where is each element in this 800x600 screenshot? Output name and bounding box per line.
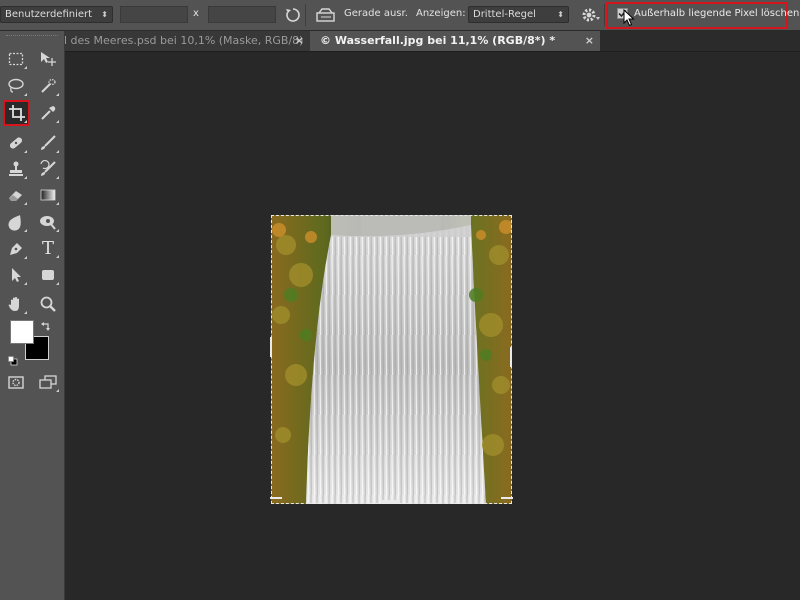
overlay-select-value: Drittel-Regel xyxy=(473,9,536,20)
straighten-label[interactable]: Gerade ausr. xyxy=(344,8,408,19)
crop-handle-right[interactable] xyxy=(510,347,512,367)
crop-tool[interactable] xyxy=(3,100,30,126)
tab-wasserfall[interactable]: © Wasserfall.jpg bei 11,1% (RGB/8*) * × xyxy=(310,31,600,51)
crop-handle-bottom-right[interactable] xyxy=(501,497,513,499)
move-icon[interactable] xyxy=(36,48,60,70)
crop-handle-bottom-left[interactable] xyxy=(270,497,282,499)
close-icon[interactable]: × xyxy=(295,31,304,51)
delete-pixels-label[interactable]: Außerhalb liegende Pixel löschen xyxy=(634,8,799,19)
blur-icon[interactable] xyxy=(4,211,28,233)
pen-icon[interactable] xyxy=(4,238,28,260)
divider xyxy=(305,4,306,26)
document-tab-bar: l des Meeres.psd bei 10,1% (Maske, RGB/8… xyxy=(64,31,800,52)
brush-icon[interactable] xyxy=(36,132,60,154)
crop-handle-left[interactable] xyxy=(270,337,272,357)
eraser-icon[interactable] xyxy=(4,184,28,206)
lasso-icon[interactable] xyxy=(4,75,28,97)
gear-icon[interactable] xyxy=(580,6,600,27)
options-bar: Benutzerdefiniert ⬍ x Gerade ausr. Anzei… xyxy=(0,0,800,31)
close-icon[interactable]: × xyxy=(585,31,594,51)
eyedropper-icon[interactable] xyxy=(36,102,60,124)
show-label: Anzeigen: xyxy=(416,8,466,19)
rectangle-shape-icon[interactable] xyxy=(36,264,60,286)
zoom-icon[interactable] xyxy=(36,293,60,315)
tab-label: l des Meeres.psd bei 10,1% (Maske, RGB/8… xyxy=(64,34,304,47)
type-glyph: T xyxy=(41,237,54,259)
quick-selection-icon[interactable] xyxy=(36,75,60,97)
overlay-select[interactable]: Drittel-Regel ⬍ xyxy=(468,6,569,23)
path-selection-icon[interactable] xyxy=(4,264,28,286)
clear-rotate-icon[interactable] xyxy=(284,6,302,27)
default-colors-icon[interactable] xyxy=(8,351,18,370)
spot-healing-icon[interactable] xyxy=(4,132,28,154)
times-sign: x xyxy=(193,8,199,19)
panel-grip[interactable] xyxy=(6,35,58,39)
clone-stamp-icon[interactable] xyxy=(4,158,28,180)
ratio-select-value: Benutzerdefiniert xyxy=(5,9,93,20)
crop-handle-bottom[interactable] xyxy=(382,500,400,504)
history-brush-icon[interactable] xyxy=(36,158,60,180)
rectangular-marquee-icon[interactable] xyxy=(4,48,28,70)
straighten-icon[interactable] xyxy=(316,7,336,26)
crop-icon xyxy=(8,105,25,121)
chevron-updown-icon: ⬍ xyxy=(101,10,108,19)
type-icon[interactable]: T xyxy=(36,237,60,259)
ratio-select[interactable]: Benutzerdefiniert ⬍ xyxy=(0,6,113,23)
gradient-icon[interactable] xyxy=(36,184,60,206)
tools-panel: T xyxy=(0,31,65,600)
screen-mode-icon[interactable] xyxy=(36,371,60,393)
swap-colors-icon[interactable] xyxy=(40,318,52,337)
foreground-color-swatch[interactable] xyxy=(10,320,34,344)
crop-border[interactable] xyxy=(271,215,512,504)
quick-mask-icon[interactable] xyxy=(4,371,28,393)
document-canvas-area[interactable] xyxy=(65,52,800,600)
width-input[interactable] xyxy=(120,6,188,23)
divider xyxy=(604,4,605,26)
tab-meeres[interactable]: l des Meeres.psd bei 10,1% (Maske, RGB/8… xyxy=(64,31,310,51)
dodge-icon[interactable] xyxy=(36,211,60,233)
height-input[interactable] xyxy=(208,6,276,23)
mouse-cursor-icon xyxy=(623,8,635,30)
tab-label: © Wasserfall.jpg bei 11,1% (RGB/8*) * xyxy=(320,34,556,47)
hand-icon[interactable] xyxy=(4,293,28,315)
chevron-updown-icon: ⬍ xyxy=(557,10,564,19)
